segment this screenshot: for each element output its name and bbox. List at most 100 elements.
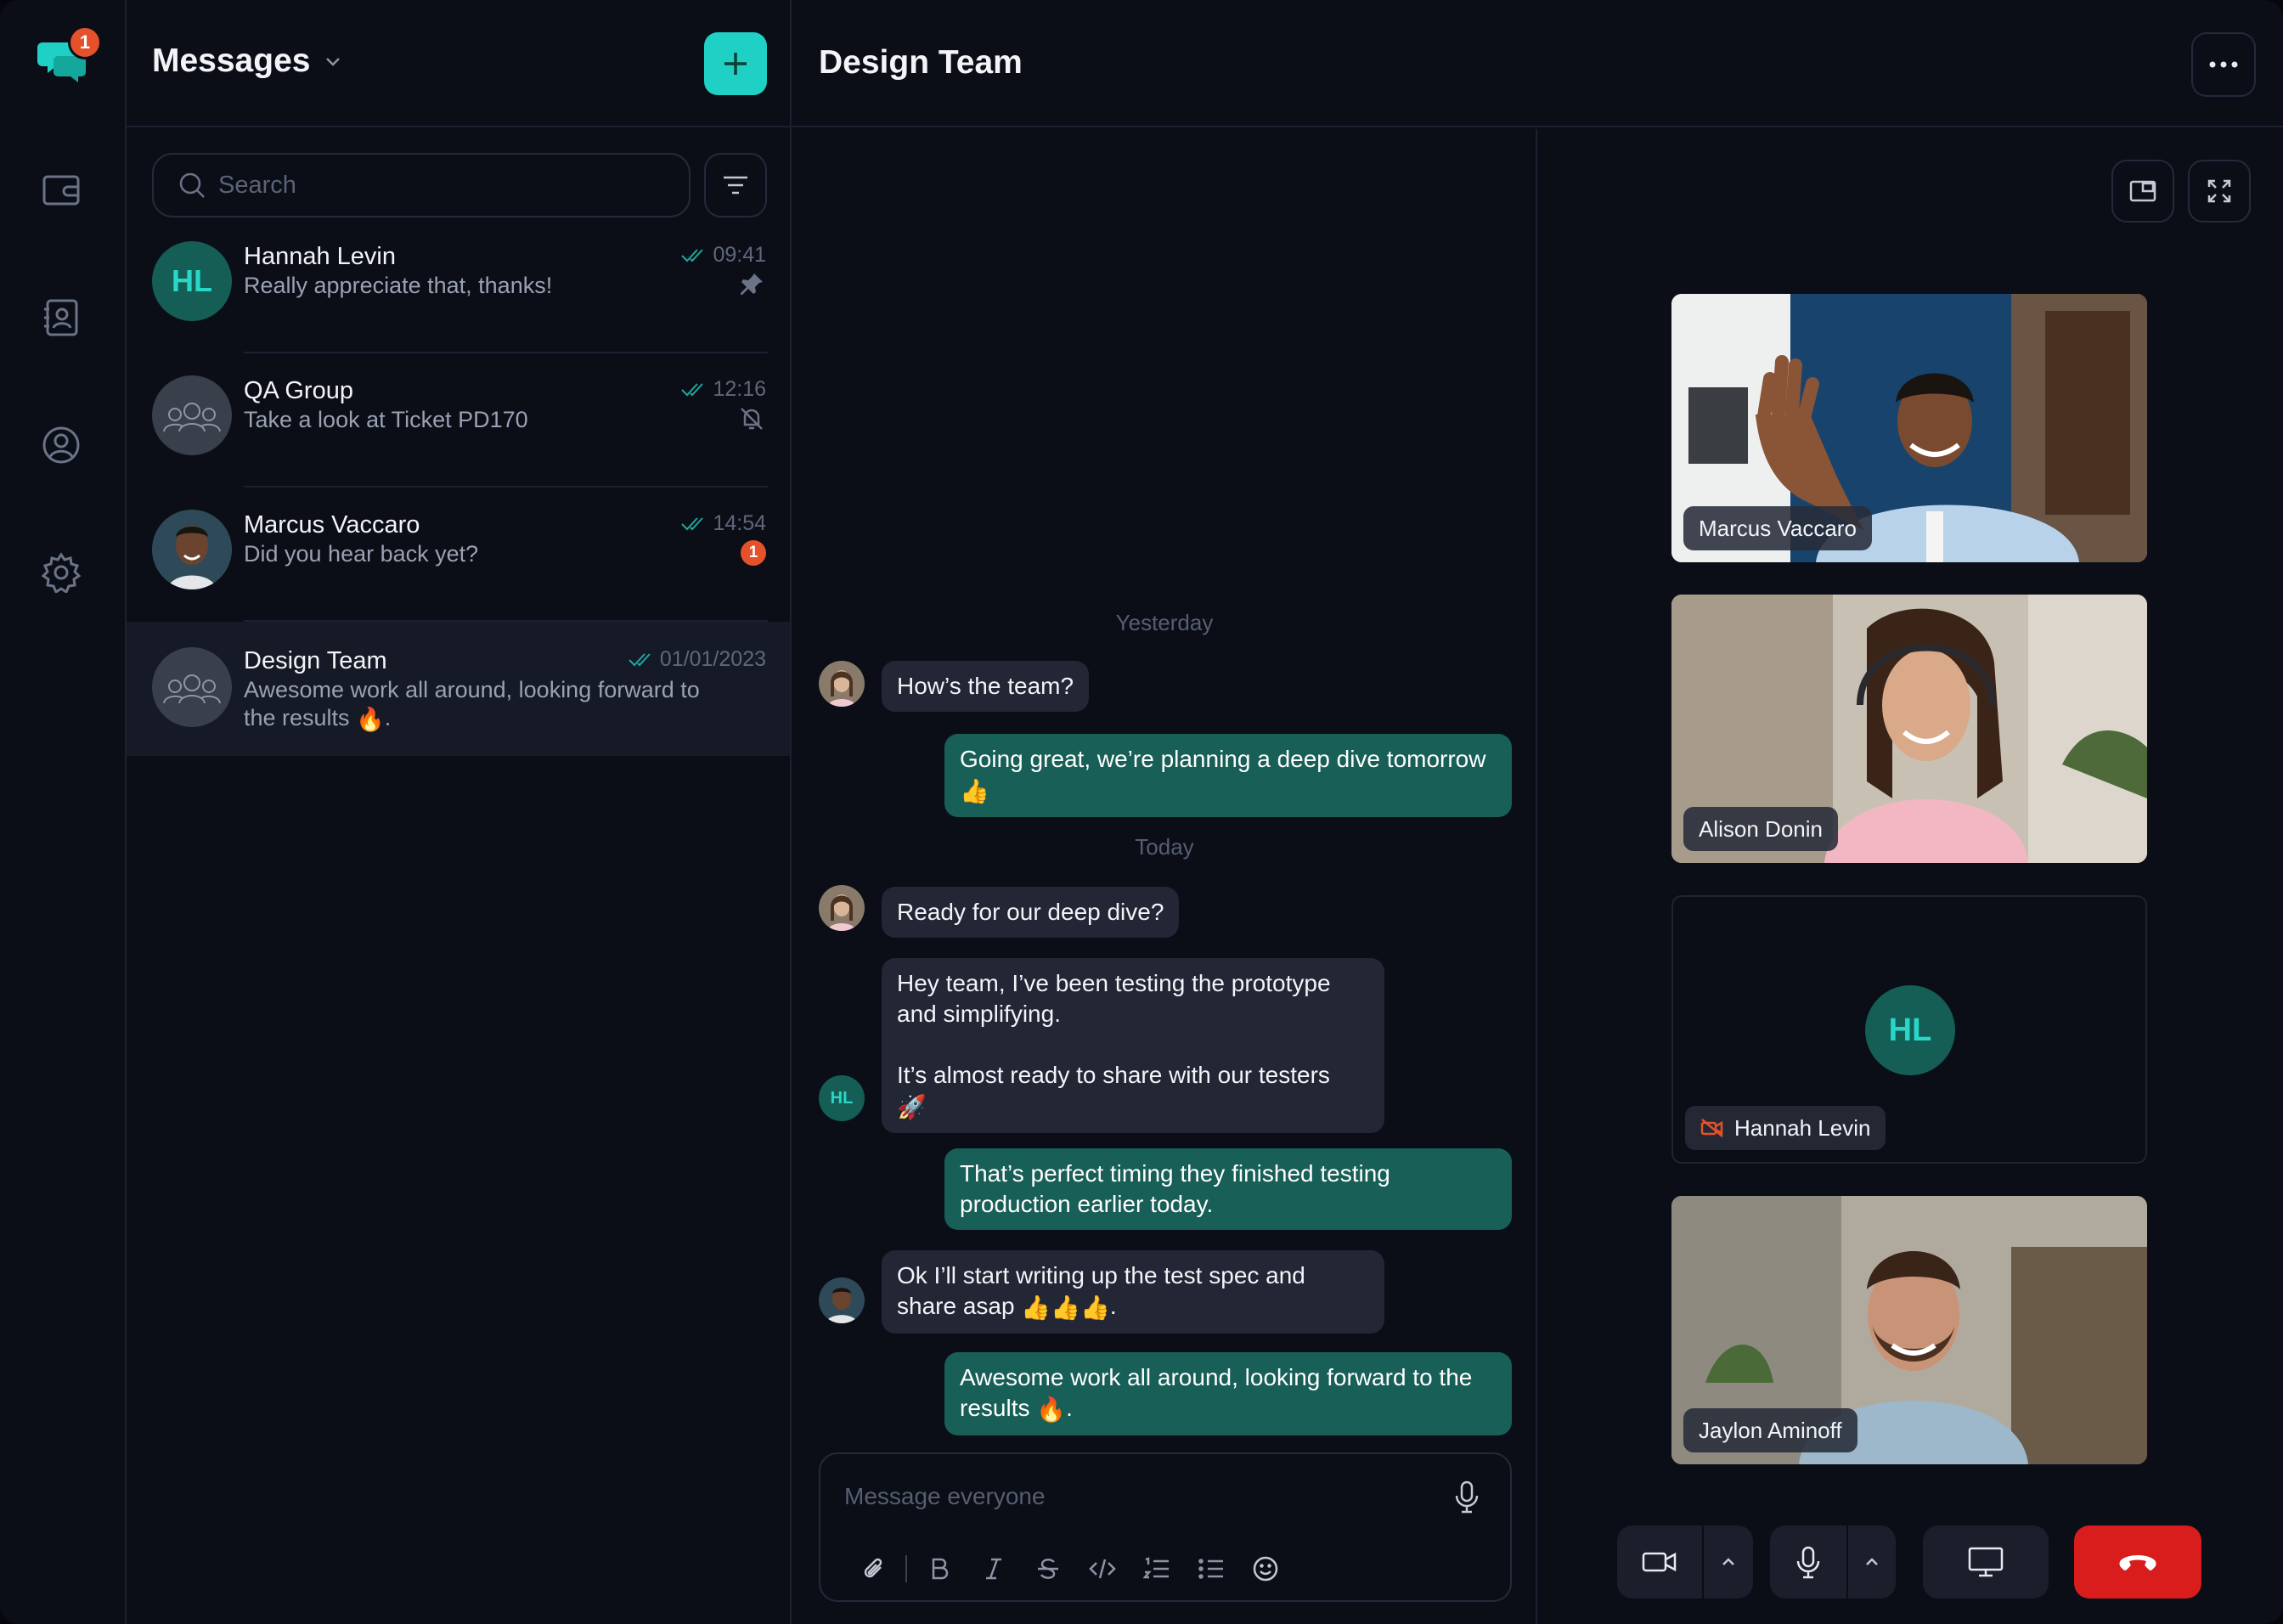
new-message-button[interactable] [704,32,767,95]
picture-in-picture-icon [2129,180,2156,202]
conversation-time: 12:16 [680,377,766,402]
italic-icon [986,1558,1001,1580]
microphone-control [1770,1525,1896,1599]
app-window: 1 Messages Search HL Hannah Levin Really… [0,0,2283,1624]
numbered-list-icon [1143,1557,1169,1579]
formatting-toolbar [846,1548,1293,1590]
share-screen-button[interactable] [1923,1525,2049,1599]
participant-name: Marcus Vaccaro [1683,506,1872,550]
wallet-icon[interactable] [37,166,85,214]
message-bubble: Ok I’ll start writing up the test spec a… [882,1250,1384,1334]
video-camera-icon [1642,1552,1677,1572]
video-tile-jaylon-aminoff[interactable]: Jaylon Aminoff [1671,1196,2147,1464]
avatar: HL [152,241,232,321]
microphone-icon [1455,1480,1479,1514]
read-check-icon [629,652,651,666]
participant-name: Hannah Levin [1685,1106,1886,1150]
avatar [819,885,865,931]
conversation-item-qa-group[interactable]: QA Group Take a look at Ticket PD170 12:… [127,353,790,488]
day-separator: Today [1135,834,1194,860]
search-input[interactable]: Search [152,153,691,217]
divider [905,1555,907,1582]
participant-avatar: HL [1865,985,1955,1075]
picture-in-picture-button[interactable] [2111,160,2174,223]
search-placeholder: Search [218,171,296,199]
settings-icon[interactable] [37,549,85,596]
video-tile-marcus-vaccaro[interactable]: Marcus Vaccaro [1671,294,2147,562]
voice-record-button[interactable] [1452,1480,1481,1518]
avatar [819,661,865,707]
avatar: HL [819,1075,865,1121]
conversation-name: QA Group [244,377,353,404]
conversation-list-panel: Messages Search HL Hannah Levin Really a… [127,0,792,1624]
read-check-icon [681,516,704,530]
day-separator: Yesterday [1115,610,1214,635]
italic-button[interactable] [967,1548,1021,1590]
conversation-name: Design Team [244,647,387,674]
fullscreen-button[interactable] [2188,160,2251,223]
end-call-button[interactable] [2074,1525,2201,1599]
bullet-list-button[interactable] [1184,1548,1238,1590]
more-options-button[interactable] [2191,32,2256,97]
code-icon [1089,1559,1116,1579]
chevron-up-icon [1866,1558,1878,1565]
strikethrough-button[interactable] [1021,1548,1075,1590]
chat-title: Design Team [819,44,1023,81]
conversation-name: Marcus Vaccaro [244,511,420,539]
toggle-camera-button[interactable] [1617,1525,1702,1599]
message-bubble: Awesome work all around, looking forward… [944,1352,1512,1435]
screen-share-icon [1968,1547,2004,1577]
conversation-preview: Awesome work all around, looking forward… [244,677,700,732]
camera-options-button[interactable] [1702,1525,1753,1599]
group-avatar-icon [152,375,232,455]
smiley-icon [1253,1556,1278,1582]
search-icon [179,172,205,198]
contacts-icon[interactable] [37,294,85,341]
camera-off-icon [1700,1119,1723,1137]
avatar [152,510,232,589]
chat-header: Design Team [792,0,2283,127]
pin-icon [737,270,766,299]
phone-hangup-icon [2119,1555,2156,1570]
emoji-button[interactable] [1238,1548,1293,1590]
paperclip-icon [864,1558,882,1578]
numbered-list-button[interactable] [1130,1548,1184,1590]
video-tile-hannah-levin[interactable]: HL Hannah Levin [1671,895,2147,1164]
attach-file-button[interactable] [846,1548,900,1590]
message-input[interactable]: Message everyone [844,1483,1046,1510]
filter-button[interactable] [704,153,767,217]
message-bubble: Going great, we’re planning a deep dive … [944,734,1512,817]
read-check-icon [681,382,704,396]
toggle-microphone-button[interactable] [1770,1525,1846,1599]
conversation-preview: Did you hear back yet? [244,541,479,567]
more-horizontal-icon [2209,61,2238,68]
video-tile-alison-donin[interactable]: Alison Donin [1671,595,2147,863]
conversation-preview: Really appreciate that, thanks! [244,273,553,298]
messages-title-dropdown[interactable]: Messages [152,42,344,80]
plus-icon [724,53,747,75]
conversation-time: 01/01/2023 [628,647,766,672]
microphone-options-button[interactable] [1846,1525,1896,1599]
list-title-label: Messages [152,42,311,79]
notification-badge: 1 [68,25,102,59]
conversation-item-design-team[interactable]: Design Team Awesome work all around, loo… [127,622,790,756]
bullet-list-icon [1198,1559,1223,1579]
chevron-up-icon [1722,1558,1734,1565]
message-thread: Yesterday How’s the team? Going great, w… [792,129,1537,1624]
message-composer: Message everyone [819,1452,1512,1602]
bold-button[interactable] [912,1548,967,1590]
camera-control [1617,1525,1753,1599]
profile-icon[interactable] [37,421,85,469]
chevron-down-icon [326,58,341,66]
conversation-preview: Take a look at Ticket PD170 [244,407,528,432]
strikethrough-icon [1038,1559,1058,1579]
list-header: Messages [127,0,790,127]
group-avatar-icon [152,647,232,727]
bold-icon [932,1558,949,1580]
conversation-item-hannah-levin[interactable]: HL Hannah Levin Really appreciate that, … [127,219,790,353]
code-button[interactable] [1075,1548,1130,1590]
conversation-item-marcus-vaccaro[interactable]: Marcus Vaccaro Did you hear back yet? 14… [127,488,790,622]
message-bubble: Hey team, I’ve been testing the prototyp… [882,958,1384,1133]
read-check-icon [681,248,704,262]
participant-name: Alison Donin [1683,807,1838,851]
